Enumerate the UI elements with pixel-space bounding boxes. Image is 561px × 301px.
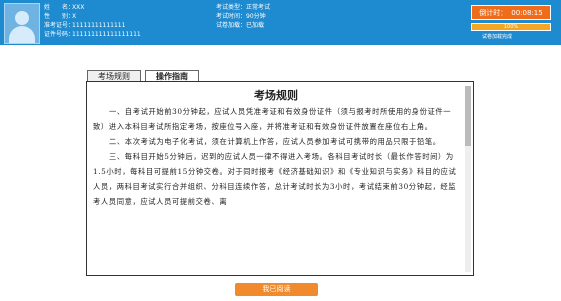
paper-status-label: 试卷加载：: [216, 22, 247, 29]
id-value: 111111111111111111: [72, 31, 141, 38]
gender-value: X: [72, 13, 77, 20]
progress-percent: 100%: [503, 24, 519, 30]
gender-label: 性 别：: [44, 13, 75, 20]
exam-duration-label: 考试时间：: [216, 13, 247, 20]
rule-paragraph: 一、自考试开始前30分钟起，应试人员凭准考证和有效身份证件（须与报考时所使用的身…: [93, 107, 452, 131]
rule-paragraph: 二、本次考试为电子化考试，须在计算机上作答，应试人员参加考试可携带的用品只限于铅…: [109, 137, 441, 146]
loading-progress-bar: 100%: [471, 23, 551, 31]
paper-status-value: 已加载: [246, 22, 265, 29]
ticket-value: 11111111111111: [72, 22, 126, 29]
avatar-head-shape: [15, 11, 29, 25]
confirm-read-button[interactable]: 我已阅读: [235, 283, 318, 296]
exam-duration-value: 90分钟: [246, 13, 266, 20]
id-label: 证件号码：: [44, 31, 75, 38]
timer-label: 倒计时：: [479, 8, 508, 17]
timer-value: 00:08:15: [511, 8, 543, 17]
countdown-timer: 倒计时： 00:08:15: [471, 5, 551, 20]
rules-title: 考场规则: [254, 89, 298, 102]
rules-content: 考场规则 一、自考试开始前30分钟起，应试人员凭准考证和有效身份证件（须与报考时…: [93, 82, 459, 275]
rule-paragraph: 三、每科目开始5分钟后，迟到的应试人员一律不得进入考场。各科目考试时长（最长作答…: [93, 152, 457, 206]
scrollbar-thumb[interactable]: [465, 86, 471, 146]
ticket-label: 准考证号：: [44, 22, 75, 29]
rules-scrollbar[interactable]: [465, 86, 471, 272]
avatar-body-shape: [9, 26, 35, 43]
rules-panel: 考场规则 一、自考试开始前30分钟起，应试人员凭准考证和有效身份证件（须与报考时…: [86, 81, 474, 276]
exam-info: 考试类型： 正常考试 考试时间： 90分钟 试卷加载： 已加载: [216, 3, 270, 30]
progress-caption: 试卷加载完成: [482, 34, 513, 40]
candidate-info: 姓 名： XXX 性 别： X 准考证号： 11111111111111 证件号码： 1…: [44, 3, 141, 39]
name-value: XXX: [72, 4, 85, 11]
avatar: [4, 3, 40, 44]
exam-type-value: 正常考试: [246, 4, 271, 11]
name-label: 姓 名：: [44, 4, 75, 11]
exam-type-label: 考试类型：: [216, 4, 247, 11]
header-bar: 姓 名： XXX 性 别： X 准考证号： 11111111111111 证件号码： 1…: [0, 0, 561, 45]
